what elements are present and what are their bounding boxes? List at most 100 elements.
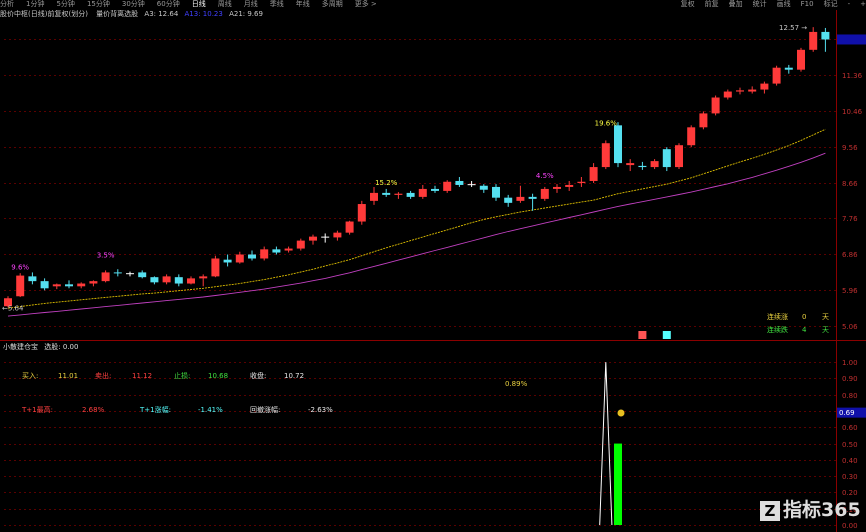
candle-body (296, 240, 305, 249)
low-price-label: ←5.64 (2, 305, 24, 313)
sub-y-tick-label: 0.90 (842, 375, 858, 383)
candle-body (248, 254, 256, 259)
pct-annotation: 4.5% (536, 172, 554, 180)
signal-bar (614, 443, 622, 525)
candle-body (211, 258, 220, 277)
t1-rise-value: -1.41% (198, 406, 223, 414)
candle-body (345, 221, 354, 233)
candle-body (565, 184, 574, 187)
candle-body (223, 259, 232, 263)
candle-body (711, 97, 720, 114)
candle-body (357, 204, 366, 222)
candle-body (52, 284, 61, 287)
sub-chart-title: 小散建仓宝 (3, 343, 38, 351)
candle-body (40, 281, 49, 289)
candle-body (492, 186, 500, 198)
candle-body (199, 276, 208, 279)
close-label: 收盘: (250, 372, 267, 380)
candle-body (528, 196, 537, 199)
candle-body (797, 49, 805, 70)
t1-rise-label: T+1涨幅: (140, 406, 171, 414)
sub-chart-info: 小散建仓宝 选股: 0.00 (3, 343, 78, 352)
sell-value: 11.12 (132, 372, 153, 380)
sub-chart-selected: 选股: 0.00 (44, 343, 79, 351)
candle-body (784, 67, 793, 70)
candle-body (321, 236, 330, 238)
candle-body (540, 188, 549, 199)
main-y-tick-label: 11.36 (842, 72, 863, 80)
up-streak-unit: 天 (822, 313, 829, 321)
candle-body (431, 188, 439, 191)
candle-body (418, 188, 427, 197)
candle-body (138, 272, 147, 278)
t1-max-value: 2.68% (82, 406, 105, 414)
candle-body (333, 232, 342, 238)
current-value-label: 0.69 (839, 409, 855, 417)
candle-body (406, 192, 415, 197)
down-streak-unit: 天 (822, 326, 829, 334)
down-streak-label: 连续跌 (767, 326, 788, 334)
candle-body (626, 163, 635, 166)
candle-body (687, 127, 696, 146)
candle-body (577, 181, 586, 183)
sub-y-tick-label: 1.00 (842, 359, 858, 367)
pct-annotation: 3.5% (97, 252, 115, 260)
candle-body (553, 186, 561, 189)
candle-body (28, 276, 37, 282)
candle-body (760, 83, 769, 90)
main-y-tick-label: 5.06 (842, 323, 858, 331)
candle-body (736, 90, 744, 92)
candle-body (65, 284, 73, 287)
candle-body (455, 180, 464, 185)
main-y-tick-label: 6.86 (842, 251, 858, 259)
stop-value: 10.68 (208, 372, 229, 380)
current-price-tag (837, 34, 866, 45)
t1-max-label: T+1最高: (22, 406, 53, 414)
logo-text: 指标365 (783, 499, 861, 521)
candle-body (382, 192, 391, 195)
candle-body (650, 161, 659, 168)
candle-body (748, 89, 757, 92)
sub-y-tick-label: 0.50 (842, 441, 858, 449)
candle-body (235, 254, 244, 263)
high-price-label: 12.57 → (779, 24, 807, 32)
candle-body (174, 277, 183, 284)
candle-body (126, 273, 134, 275)
close-value: 10.72 (284, 372, 305, 380)
signal-triangle-line (599, 362, 613, 526)
down-streak-value: 4 (802, 326, 807, 334)
candle-body (516, 196, 525, 201)
candle-body (187, 278, 195, 284)
signal-marker (662, 331, 671, 339)
pullback-value: -2.63% (308, 406, 333, 414)
signal-pct: 0.89% (505, 380, 528, 388)
candle-body (504, 197, 513, 203)
sub-y-tick-label: 0.30 (842, 473, 858, 481)
pct-annotation: 15.2% (375, 179, 398, 187)
buy-value: 11.01 (58, 372, 79, 380)
candle-body (89, 281, 98, 284)
sub-y-tick-label: 0.00 (842, 522, 858, 530)
candle-body (723, 91, 732, 98)
main-y-tick-label: 9.56 (842, 144, 858, 152)
candle-body (370, 192, 378, 201)
sell-label: 卖出: (95, 372, 112, 380)
candle-body (150, 277, 159, 283)
pct-annotation: 19.6% (595, 119, 618, 127)
candle-body (260, 249, 269, 259)
smiley-icon (617, 409, 625, 417)
up-streak-label: 连续涨 (767, 313, 788, 321)
main-y-tick-label: 7.76 (842, 215, 858, 223)
candle-body (162, 276, 171, 283)
stop-label: 止损: (174, 372, 191, 380)
candle-body (589, 167, 598, 181)
candle-body (394, 193, 403, 195)
candle-body (443, 181, 452, 191)
candle-body (309, 236, 317, 241)
candle-body (809, 31, 818, 50)
candle-body (284, 248, 293, 251)
candle-body (77, 283, 86, 287)
main-y-tick-label: 5.96 (842, 287, 858, 295)
candle-body (821, 31, 830, 40)
sub-y-tick-label: 0.80 (842, 392, 858, 400)
